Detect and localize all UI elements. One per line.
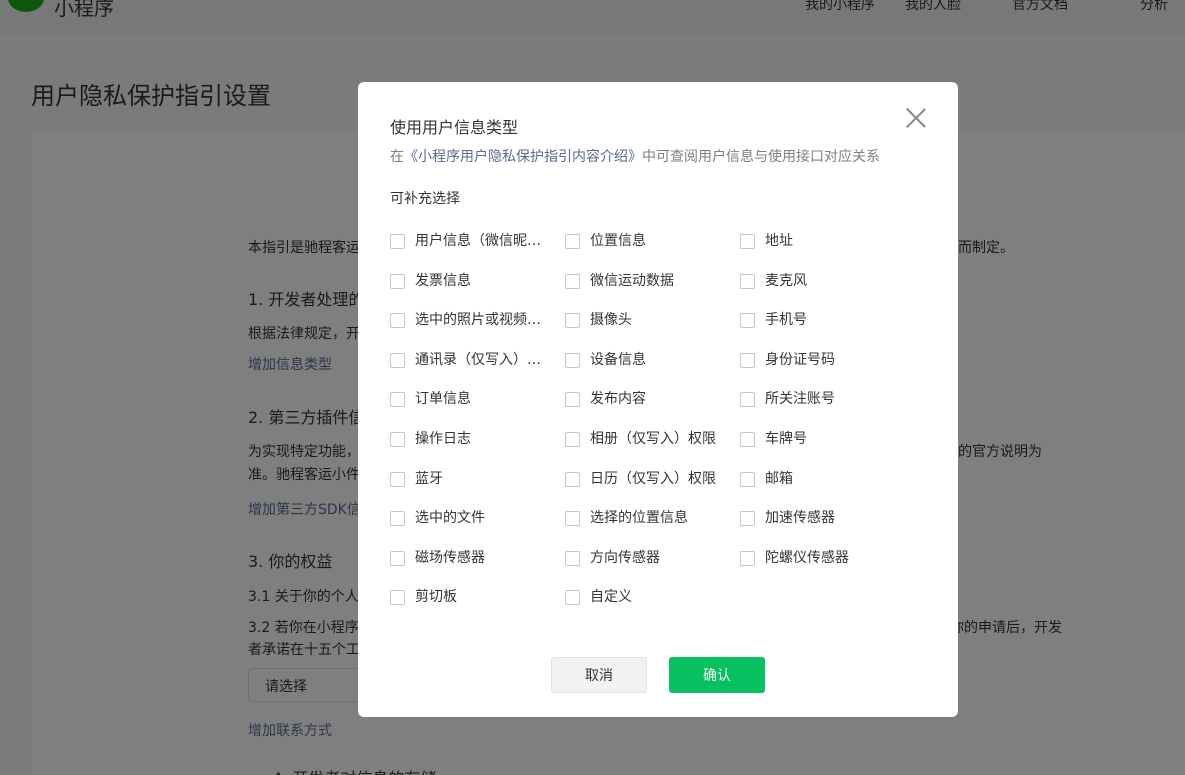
option-gyroscope[interactable]: 陀螺仪传感器: [740, 549, 915, 589]
option-selected-file[interactable]: 选中的文件: [390, 509, 565, 549]
checkbox[interactable]: [740, 550, 755, 566]
option-label: 陀螺仪传感器: [765, 549, 849, 566]
option-label: 订单信息: [415, 391, 471, 408]
option-chosen-location[interactable]: 选择的位置信息: [565, 509, 740, 549]
option-label: 剪切板: [415, 589, 457, 606]
option-label: 麦克风: [765, 272, 807, 289]
option-location[interactable]: 位置信息: [565, 232, 740, 272]
option-orientation[interactable]: 方向传感器: [565, 549, 740, 589]
option-followed-accounts[interactable]: 所关注账号: [740, 390, 915, 430]
subtitle-prefix: 在: [390, 149, 404, 165]
optional-section-label: 可补充选择: [390, 191, 460, 207]
checkbox[interactable]: [390, 511, 405, 527]
option-label: 设备信息: [590, 351, 646, 368]
checkbox[interactable]: [390, 273, 405, 289]
checkbox[interactable]: [565, 234, 580, 249]
dialog-title: 使用用户信息类型: [390, 118, 519, 137]
checkbox[interactable]: [565, 352, 580, 368]
info-type-dialog: 使用用户信息类型 在《小程序用户隐私保护指引内容介绍》中可查阅用户信息与使用接口…: [358, 82, 958, 717]
option-photos-videos[interactable]: 选中的照片或视频信息: [390, 311, 565, 351]
option-label: 自定义: [590, 589, 632, 606]
option-label: 微信运动数据: [590, 272, 674, 289]
option-label: 加速传感器: [765, 510, 835, 527]
checkbox[interactable]: [740, 352, 755, 368]
option-label: 所关注账号: [765, 391, 835, 408]
info-type-options: 用户信息（微信昵称、头像） 位置信息 地址 发票信息 微信运动数据 麦克风 选中…: [390, 232, 930, 628]
option-label: 邮箱: [765, 470, 793, 487]
checkbox[interactable]: [565, 471, 580, 487]
confirm-button[interactable]: 确认: [669, 657, 765, 693]
option-microphone[interactable]: 麦克风: [740, 272, 915, 312]
option-label: 方向传感器: [590, 549, 660, 566]
option-accelerometer[interactable]: 加速传感器: [740, 509, 915, 549]
checkbox[interactable]: [565, 392, 580, 408]
checkbox[interactable]: [740, 234, 755, 249]
option-magnetometer[interactable]: 磁场传感器: [390, 549, 565, 589]
option-license-plate[interactable]: 车牌号: [740, 430, 915, 470]
option-calendar-write[interactable]: 日历（仅写入）权限: [565, 470, 740, 510]
option-label: 选择的位置信息: [590, 510, 688, 527]
option-label: 车牌号: [765, 430, 807, 447]
checkbox[interactable]: [740, 431, 755, 447]
option-order[interactable]: 订单信息: [390, 390, 565, 430]
option-album-write[interactable]: 相册（仅写入）权限: [565, 430, 740, 470]
option-label: 身份证号码: [765, 351, 835, 368]
option-id-number[interactable]: 身份证号码: [740, 351, 915, 391]
option-clipboard[interactable]: 剪切板: [390, 588, 565, 628]
option-custom[interactable]: 自定义: [565, 588, 740, 628]
checkbox[interactable]: [565, 590, 580, 606]
checkbox[interactable]: [565, 511, 580, 527]
checkbox[interactable]: [740, 511, 755, 527]
option-label: 摄像头: [590, 312, 632, 329]
option-label: 选中的文件: [415, 510, 485, 527]
dialog-subtitle: 在《小程序用户隐私保护指引内容介绍》中可查阅用户信息与使用接口对应关系: [390, 146, 880, 166]
close-icon[interactable]: [904, 106, 928, 130]
checkbox[interactable]: [390, 431, 405, 447]
checkbox[interactable]: [390, 471, 405, 487]
option-phone[interactable]: 手机号: [740, 311, 915, 351]
checkbox[interactable]: [740, 392, 755, 408]
checkbox[interactable]: [740, 313, 755, 329]
checkbox[interactable]: [390, 550, 405, 566]
option-address[interactable]: 地址: [740, 232, 915, 272]
checkbox[interactable]: [390, 352, 405, 368]
option-label: 蓝牙: [415, 470, 443, 487]
option-bluetooth[interactable]: 蓝牙: [390, 470, 565, 510]
option-label: 地址: [765, 233, 793, 249]
checkbox[interactable]: [565, 431, 580, 447]
option-label: 位置信息: [590, 233, 646, 249]
option-email[interactable]: 邮箱: [740, 470, 915, 510]
checkbox[interactable]: [390, 590, 405, 606]
checkbox[interactable]: [565, 313, 580, 329]
option-label: 操作日志: [415, 430, 471, 447]
option-published-content[interactable]: 发布内容: [565, 390, 740, 430]
checkbox[interactable]: [740, 471, 755, 487]
option-invoice[interactable]: 发票信息: [390, 272, 565, 312]
option-label: 日历（仅写入）权限: [590, 470, 716, 487]
option-label: 磁场传感器: [415, 549, 485, 566]
option-label: 选中的照片或视频信息: [415, 312, 545, 329]
checkbox[interactable]: [390, 234, 405, 249]
checkbox[interactable]: [390, 313, 405, 329]
option-label: 发布内容: [590, 391, 646, 408]
option-werun[interactable]: 微信运动数据: [565, 272, 740, 312]
option-contacts[interactable]: 通讯录（仅写入）权限: [390, 351, 565, 391]
option-camera[interactable]: 摄像头: [565, 311, 740, 351]
option-device[interactable]: 设备信息: [565, 351, 740, 391]
option-user-info[interactable]: 用户信息（微信昵称、头像）: [390, 232, 565, 272]
option-label: 手机号: [765, 312, 807, 329]
cancel-button[interactable]: 取消: [551, 657, 647, 693]
checkbox[interactable]: [565, 273, 580, 289]
checkbox[interactable]: [740, 273, 755, 289]
option-label: 通讯录（仅写入）权限: [415, 351, 545, 368]
checkbox[interactable]: [565, 550, 580, 566]
subtitle-suffix: 中可查阅用户信息与使用接口对应关系: [642, 149, 880, 165]
checkbox[interactable]: [390, 392, 405, 408]
option-label: 用户信息（微信昵称、头像）: [415, 233, 545, 249]
option-label: 发票信息: [415, 272, 471, 289]
privacy-guide-link[interactable]: 《小程序用户隐私保护指引内容介绍》: [404, 149, 642, 165]
option-label: 相册（仅写入）权限: [590, 430, 716, 447]
option-operation-log[interactable]: 操作日志: [390, 430, 565, 470]
